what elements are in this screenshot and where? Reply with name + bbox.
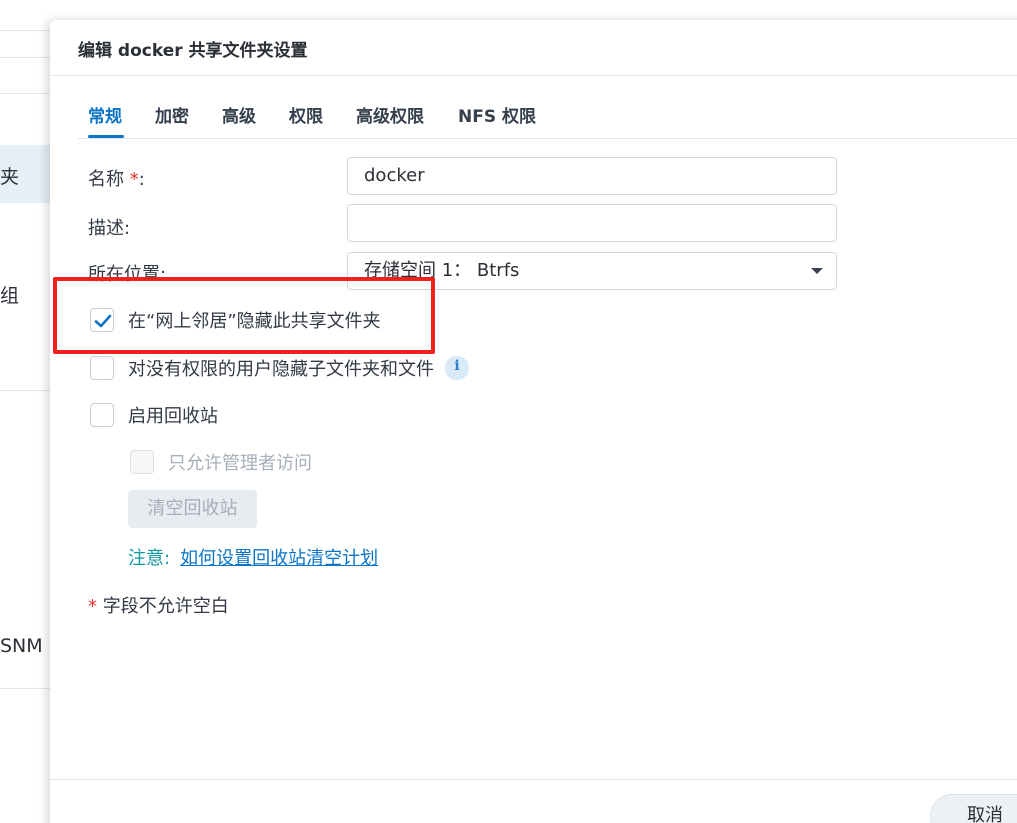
background-item-label: 组 [0,285,20,307]
note: 注意: 如何设置回收站清空计划 [128,544,378,570]
required-mark: * [88,596,97,617]
cancel-button[interactable]: 取消 [930,794,1017,823]
tab-general[interactable]: 常规 [88,102,122,127]
hide-subfolders-option[interactable]: 对没有权限的用户隐藏子文件夹和文件 i [90,354,469,382]
tab-nfs-permissions[interactable]: NFS 权限 [458,102,536,127]
name-label: 名称 *: [88,165,145,191]
required-mark: * [129,169,139,190]
name-field[interactable]: docker [347,157,837,195]
admin-only-access-checkbox [130,450,154,474]
background-item-label: SNM [0,635,43,657]
edit-shared-folder-dialog: 编辑 docker 共享文件夹设置 常规 加密 高级 权限 高级权限 NFS 权… [50,20,1017,823]
divider [78,138,1017,139]
tab-advanced[interactable]: 高级 [222,102,256,127]
footnote-text: 字段不允许空白 [97,596,229,617]
admin-only-access-option: 只允许管理者访问 [130,448,312,476]
checkbox-label: 只允许管理者访问 [168,453,312,474]
dialog-title: 编辑 docker 共享文件夹设置 [78,41,308,61]
enable-recycle-bin-option[interactable]: 启用回收站 [90,401,218,429]
checkbox-label: 对没有权限的用户隐藏子文件夹和文件 [128,359,434,380]
tab-permissions[interactable]: 权限 [289,102,323,127]
tab-encryption[interactable]: 加密 [155,102,189,127]
info-icon[interactable]: i [445,356,469,380]
empty-recycle-bin-button: 清空回收站 [128,490,257,528]
description-field[interactable] [347,204,837,242]
divider [50,75,1017,76]
chevron-down-icon [811,268,823,274]
enable-recycle-bin-checkbox[interactable] [90,403,114,427]
name-colon: : [138,169,145,190]
info-icon-glyph: i [454,358,460,374]
tab-advanced-permissions[interactable]: 高级权限 [356,102,424,127]
recycle-bin-schedule-link[interactable]: 如何设置回收站清空计划 [180,548,378,569]
name-label-text: 名称 [88,169,124,190]
note-label: 注意: [128,548,171,569]
description-label: 描述: [88,218,131,239]
highlight-annotation-box [53,277,435,354]
checkbox-label: 启用回收站 [128,406,218,427]
divider [50,779,1017,780]
required-field-footnote: * 字段不允许空白 [88,592,229,618]
background-item-label: 夹 [0,166,20,188]
hide-subfolders-checkbox[interactable] [90,356,114,380]
